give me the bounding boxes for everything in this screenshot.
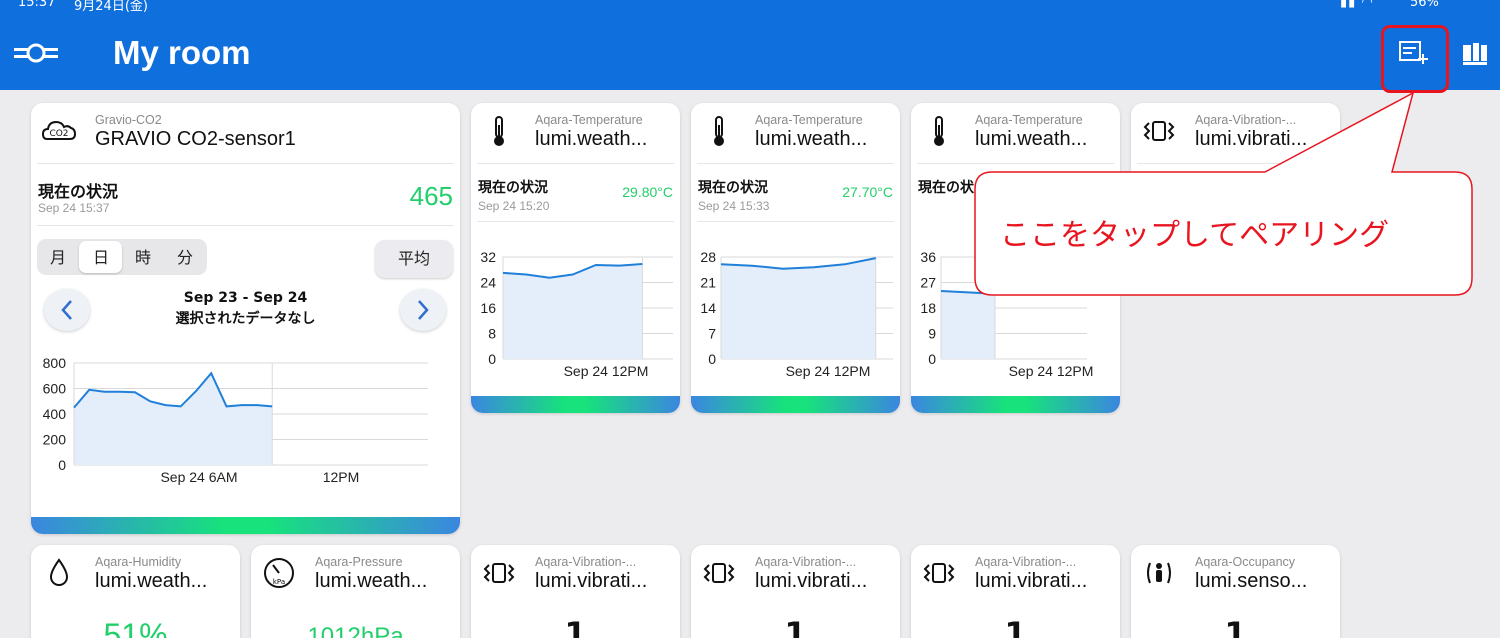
callout-balloon [974, 91, 1473, 296]
segment-day[interactable]: 日 [93, 244, 109, 268]
callout-text: ここをタップしてペアリング [1000, 218, 1390, 253]
